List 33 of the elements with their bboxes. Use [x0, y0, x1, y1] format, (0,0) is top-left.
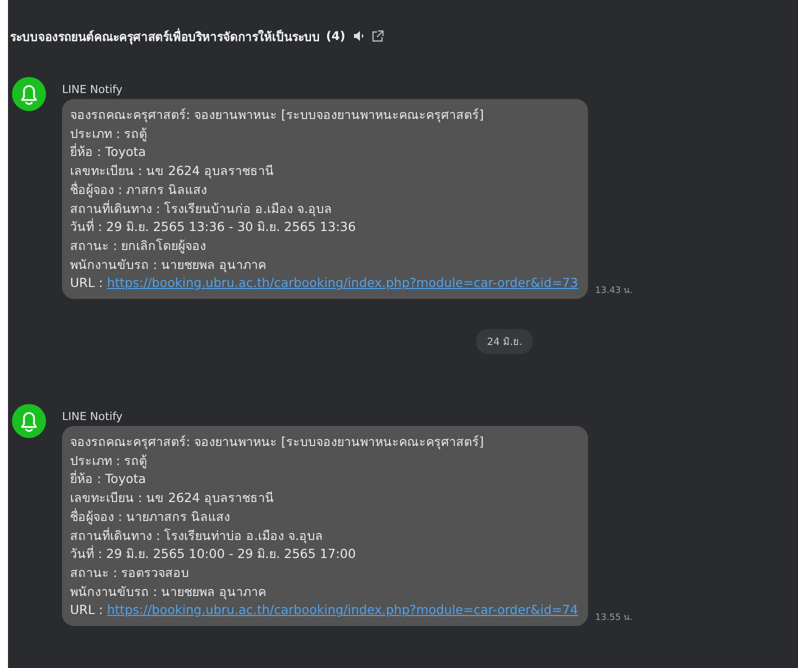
url-label: URL :	[70, 274, 103, 292]
external-window-icon[interactable]	[371, 30, 384, 42]
message-line: ชื่อผู้จอง : ภาสกร นิลแสง	[70, 180, 208, 200]
chat-title: ระบบจองรถยนต์คณะครุศาสตร์เพื่อบริหารจัดการให้เป็นระบบ	[10, 27, 320, 46]
message-line: สถานที่เดินทาง : โรงเรียนบ้านก่อ อ.เมือง จ.อุบล	[70, 200, 334, 218]
message-line: ประเภท : รถตู้	[70, 124, 148, 143]
message-line: เลขทะเบียน : นข 2624 อุบลราชธานี	[70, 162, 275, 180]
message-line: ยี่ห้อ : Toyota	[70, 470, 147, 488]
bell-avatar-icon	[12, 77, 46, 111]
message-line: พนักงานขับรถ : นายชยพล อุนาภาค	[70, 256, 268, 274]
bell-avatar-icon	[12, 404, 46, 438]
booking-link[interactable]: https://booking.ubru.ac.th/carbooking/index.php?module=car-order&id=74	[106, 601, 578, 620]
message-line: สถานที่เดินทาง : โรงเรียนท่าบ่อ อ.เมือง จ.อุบล	[70, 526, 324, 545]
message-line: วันที่ : 29 มิ.ย. 2565 13:36 - 30 มิ.ย. 2565 13:36	[70, 218, 357, 236]
message-line: ชื่อผู้จอง : นายภาสกร นิลแสง	[70, 508, 232, 526]
sender-name: LINE Notify	[62, 410, 123, 424]
message-line: สถานะ : รอตรวจสอบ	[70, 564, 190, 582]
url-label: URL :	[70, 601, 103, 620]
member-count: (4)	[326, 29, 346, 43]
message-line: เลขทะเบียน : นข 2624 อุบลราชธานี	[70, 489, 275, 508]
date-divider: 24 มิ.ย.	[476, 329, 534, 354]
message-line: วันที่ : 29 มิ.ย. 2565 10:00 - 29 มิ.ย. 2565 17:00	[70, 545, 357, 564]
message-line: สถานะ : ยกเลิกโดยผู้จอง	[70, 236, 208, 256]
speaker-icon[interactable]	[353, 30, 366, 42]
message-line: ยี่ห้อ : Toyota	[70, 143, 147, 162]
message-time: 13.55 น.	[595, 612, 633, 624]
sender-name: LINE Notify	[62, 83, 123, 96]
message-time: 13.43 น.	[595, 285, 633, 298]
message-line: พนักงานขับรถ : นายชยพล อุนาภาค	[70, 582, 268, 602]
message-line: จองรถคณะครุศาสตร์: จองยานพาหนะ [ระบบจองยานพาหนะคณะครุศาสตร์]	[70, 106, 485, 124]
booking-link[interactable]: https://booking.ubru.ac.th/carbooking/index.php?module=car-order&id=73	[106, 274, 578, 294]
message-line: ประเภท : รถตู้	[70, 452, 148, 470]
message-line: จองรถคณะครุศาสตร์: จองยานพาหนะ [ระบบจองยานพาหนะคณะครุศาสตร์]	[70, 433, 485, 452]
